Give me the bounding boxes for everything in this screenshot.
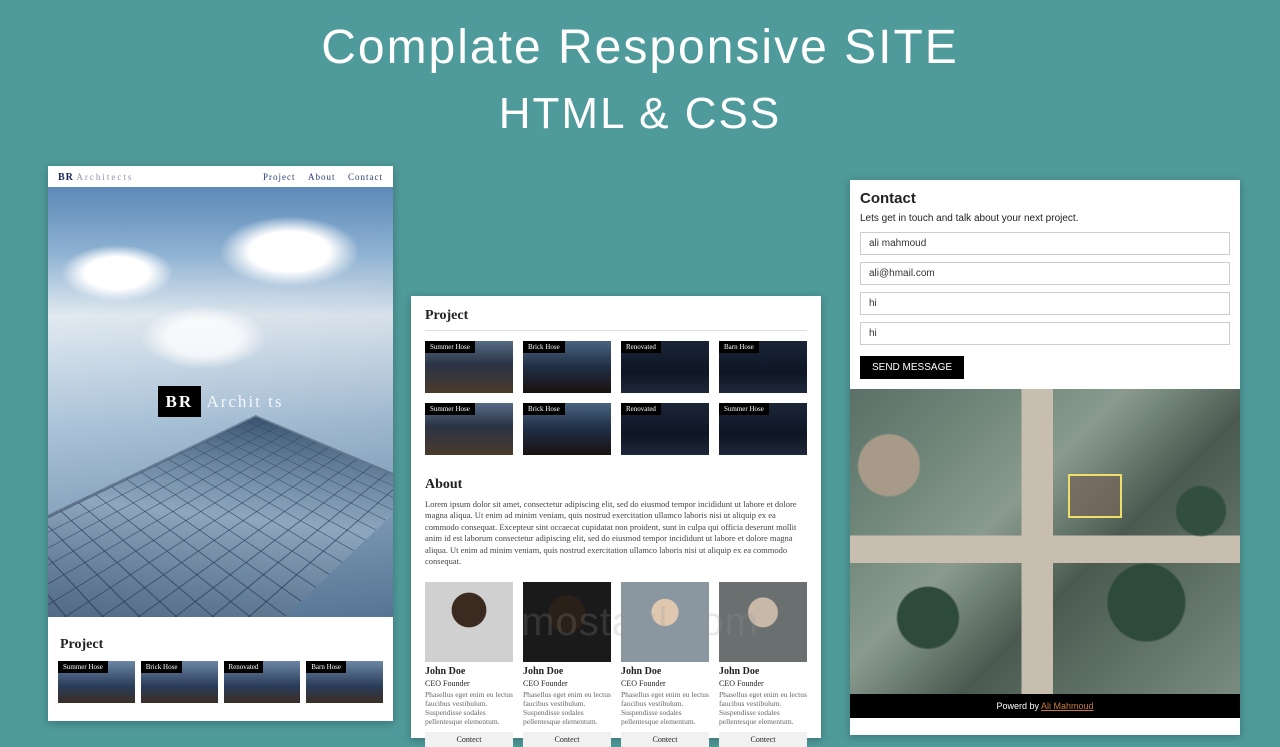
project-card-label: Summer Hose — [719, 403, 769, 415]
brand: BR Architects — [58, 172, 133, 183]
hero-label: BR Archit ts — [144, 386, 298, 418]
nav-contact[interactable]: Contact — [348, 172, 383, 182]
member-bio: Phasellus eget enim eu lectus faucibus v… — [523, 690, 611, 726]
project-grid-row: Summer Hose Brick Hose Renovated Barn Ho… — [411, 341, 821, 403]
project-card-label: Summer Hose — [425, 403, 475, 415]
team-member: John Doe CEO Founder Phasellus eget enim… — [719, 582, 807, 747]
contact-heading: Contact — [850, 180, 1240, 213]
member-photo — [719, 582, 807, 662]
hero-label-bold: BR — [158, 386, 202, 417]
preview-project-about-panel: Project Summer Hose Brick Hose Renovated… — [411, 296, 821, 738]
member-photo — [425, 582, 513, 662]
headline-line1: Complate Responsive SITE — [0, 20, 1280, 75]
project-grid-row: Summer Hose Brick Hose Renovated Summer … — [411, 403, 821, 465]
member-contact-button[interactable]: Contect — [719, 732, 807, 747]
project-card[interactable]: Renovated — [621, 403, 709, 455]
project-card-label: Barn Hose — [306, 661, 346, 673]
project-card-label: Renovated — [224, 661, 264, 673]
member-role: CEO Founder — [621, 679, 709, 688]
member-role: CEO Founder — [523, 679, 611, 688]
project-card[interactable]: Brick Hose — [141, 661, 218, 703]
project-card-label: Brick Hose — [523, 403, 565, 415]
footer-text: Powerd by — [996, 701, 1041, 711]
hero-image: BR Archit ts — [48, 187, 393, 617]
headline: Complate Responsive SITE HTML & CSS — [0, 20, 1280, 139]
member-photo — [523, 582, 611, 662]
name-field[interactable]: ali mahmoud — [860, 232, 1230, 255]
navbar: BR Architects Project About Contact — [48, 166, 393, 187]
member-name: John Doe — [719, 666, 807, 677]
member-name: John Doe — [523, 666, 611, 677]
project-card[interactable]: Renovated — [224, 661, 301, 703]
member-role: CEO Founder — [425, 679, 513, 688]
footer-link[interactable]: Ali Mahmoud — [1041, 701, 1094, 711]
project-card[interactable]: Barn Hose — [719, 341, 807, 393]
nav-project[interactable]: Project — [263, 172, 296, 182]
project-card[interactable]: Barn Hose — [306, 661, 383, 703]
divider — [425, 330, 807, 331]
project-card-label: Renovated — [621, 341, 661, 353]
project-card[interactable]: Renovated — [621, 341, 709, 393]
project-card-label: Summer Hose — [425, 341, 475, 353]
project-heading: Project — [48, 617, 393, 661]
subject-field[interactable]: hi — [860, 292, 1230, 315]
about-heading: About — [411, 465, 821, 499]
message-field[interactable]: hi — [860, 322, 1230, 345]
member-photo — [621, 582, 709, 662]
preview-hero-panel: BR Architects Project About Contact BR A… — [48, 166, 393, 721]
member-contact-button[interactable]: Contect — [621, 732, 709, 747]
headline-line2: HTML & CSS — [0, 89, 1280, 139]
project-card[interactable]: Summer Hose — [425, 403, 513, 455]
project-card-label: Brick Hose — [523, 341, 565, 353]
project-card[interactable]: Summer Hose — [425, 341, 513, 393]
send-message-button[interactable]: SEND MESSAGE — [860, 356, 964, 379]
project-card[interactable]: Summer Hose — [58, 661, 135, 703]
project-card[interactable]: Summer Hose — [719, 403, 807, 455]
nav-links: Project About Contact — [253, 172, 383, 183]
about-text: Lorem ipsum dolor sit amet, consectetur … — [411, 499, 821, 582]
project-card-label: Renovated — [621, 403, 661, 415]
project-card[interactable]: Brick Hose — [523, 403, 611, 455]
member-bio: Phasellus eget enim eu lectus faucibus v… — [425, 690, 513, 726]
project-row: Summer Hose Brick Hose Renovated Barn Ho… — [48, 661, 393, 703]
member-name: John Doe — [621, 666, 709, 677]
contact-lead: Lets get in touch and talk about your ne… — [850, 213, 1240, 232]
project-card[interactable]: Brick Hose — [523, 341, 611, 393]
project-card-label: Brick Hose — [141, 661, 183, 673]
member-bio: Phasellus eget enim eu lectus faucibus v… — [621, 690, 709, 726]
project-card-label: Barn Hose — [719, 341, 759, 353]
project-card-label: Summer Hose — [58, 661, 108, 673]
email-field[interactable]: ali@hmail.com — [860, 262, 1230, 285]
preview-contact-panel: Contact Lets get in touch and talk about… — [850, 180, 1240, 735]
nav-about[interactable]: About — [308, 172, 336, 182]
brand-bold: BR — [58, 172, 74, 183]
member-name: John Doe — [425, 666, 513, 677]
member-contact-button[interactable]: Contect — [425, 732, 513, 747]
brand-light: Architects — [76, 172, 133, 182]
team-row: John Doe CEO Founder Phasellus eget enim… — [411, 582, 821, 747]
member-bio: Phasellus eget enim eu lectus faucibus v… — [719, 690, 807, 726]
member-contact-button[interactable]: Contect — [523, 732, 611, 747]
map-image — [850, 389, 1240, 694]
team-member: John Doe CEO Founder Phasellus eget enim… — [621, 582, 709, 747]
member-role: CEO Founder — [719, 679, 807, 688]
footer: Powerd by Ali Mahmoud — [850, 694, 1240, 718]
hero-label-light: Archit ts — [206, 392, 283, 411]
project-heading: Project — [411, 296, 821, 330]
team-member: John Doe CEO Founder Phasellus eget enim… — [425, 582, 513, 747]
team-member: John Doe CEO Founder Phasellus eget enim… — [523, 582, 611, 747]
